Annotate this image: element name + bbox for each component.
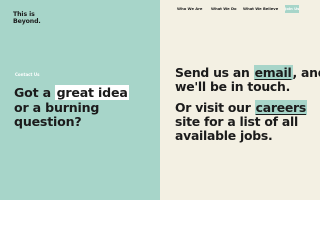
email-paragraph: Send us an email, and we'll be in touch. <box>175 65 320 95</box>
email-suffix: , and <box>292 65 320 80</box>
contact-eyebrow: Contact Us <box>15 72 40 77</box>
careers-paragraph: Or visit our careers site for a list of … <box>175 100 317 144</box>
nav-who-we-are[interactable]: Who We Are <box>177 7 202 11</box>
brand-logo-line-2: Beyond. <box>13 18 41 25</box>
careers-link[interactable]: careers <box>254 100 308 115</box>
careers-line-1: Or visit our careers <box>175 100 317 115</box>
careers-line-3: available jobs. <box>175 128 273 144</box>
nav-what-we-do[interactable]: What We Do <box>211 7 237 11</box>
email-link[interactable]: email <box>253 65 293 80</box>
careers-prefix: Or visit our <box>175 100 255 115</box>
brand-logo-line-1: This is <box>13 11 35 18</box>
careers-line-2: site for a list of all <box>175 114 298 130</box>
email-line-2: we'll be in touch. <box>175 79 291 95</box>
headline-line-3: question? <box>14 114 82 129</box>
email-prefix: Send us an <box>175 65 254 80</box>
brand-logo[interactable]: This is Beyond. <box>13 11 41 25</box>
top-nav: Who We Are What We Do What We Believe Jo… <box>177 5 317 14</box>
headline-prefix: Got a <box>14 85 56 100</box>
nav-what-we-believe[interactable]: What We Believe <box>243 7 278 11</box>
contact-headline: Got a great idea or a burning question? <box>14 85 154 130</box>
nav-join-us-button[interactable]: Join Us <box>285 5 299 13</box>
email-line-1: Send us an email, and <box>175 65 320 80</box>
headline-highlight: great idea <box>55 85 130 100</box>
headline-line-1: Got a great idea <box>14 85 154 101</box>
headline-line-2: or a burning <box>14 99 100 115</box>
